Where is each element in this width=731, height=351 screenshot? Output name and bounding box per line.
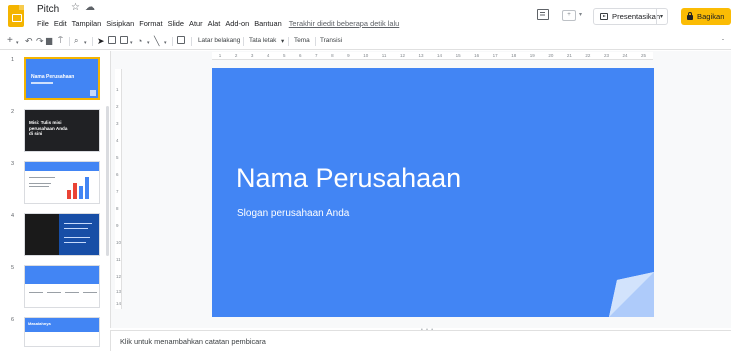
slide-thumbnail-1[interactable]: Nama Perusahaan — [24, 57, 100, 100]
slide-thumbnail-5[interactable] — [24, 265, 100, 308]
image-icon[interactable] — [120, 36, 128, 46]
comment-add-icon[interactable] — [177, 36, 185, 46]
collapse-toolbar-icon[interactable]: ˆ — [722, 38, 724, 48]
slide-number: 5 — [11, 265, 15, 271]
layout-button[interactable]: Tata letak — [249, 37, 276, 44]
slide-number: 3 — [11, 161, 15, 167]
present-icon — [600, 13, 608, 20]
share-button[interactable]: Bagikan — [681, 8, 731, 25]
present-label: Presentasikan — [612, 12, 661, 21]
slides-logo-icon[interactable] — [8, 5, 24, 27]
line-chevron-icon[interactable]: ▾ — [164, 38, 167, 48]
menu-format[interactable]: Format — [139, 19, 162, 28]
zoom-chevron-icon[interactable]: ▾ — [84, 38, 87, 48]
shape-chevron-icon[interactable]: ▾ — [147, 38, 150, 48]
zoom-icon[interactable]: ⌕ — [74, 36, 78, 46]
slide-number: 6 — [11, 317, 15, 323]
menu-insert[interactable]: Sisipkan — [106, 19, 134, 28]
present-options-chevron-icon[interactable]: ▾ — [660, 13, 663, 20]
document-title[interactable]: Pitch — [37, 4, 59, 15]
present-button[interactable]: Presentasikan ▾ — [593, 8, 668, 25]
slide-thumbnail-4[interactable] — [24, 213, 100, 256]
filmstrip-scrollbar[interactable] — [106, 106, 109, 256]
slide-number: 1 — [11, 57, 15, 63]
speaker-notes[interactable]: Klik untuk menambahkan catatan pembicara — [110, 330, 731, 351]
menu-addons[interactable]: Add-on — [225, 19, 249, 28]
slide-canvas[interactable]: Nama Perusahaan Slogan perusahaan Anda — [212, 68, 654, 317]
image-chevron-icon[interactable]: ▾ — [130, 38, 133, 48]
paint-format-icon[interactable]: ⍑ — [58, 36, 63, 46]
toolbar: + ▾ ↶ ↷ ▆ ⍑ ⌕ ▾ ➤ ▾ ◔ ▾ ╲ ▾ Latar belaka… — [0, 33, 731, 50]
print-icon[interactable]: ▆ — [46, 36, 52, 46]
page-curl-decoration — [609, 272, 654, 317]
thumbnail-title: Nama Perusahaan — [31, 74, 75, 80]
comments-icon[interactable] — [537, 9, 549, 20]
slide-thumbnail-6[interactable]: Masalahnya — [24, 317, 100, 347]
slide-filmstrip: 1 Nama Perusahaan 2 Misi: Tulis misi per… — [0, 51, 110, 351]
theme-button[interactable]: Tema — [294, 37, 310, 44]
horizontal-ruler[interactable]: 1 2 3 4 5 6 7 8 9 10 11 12 13 14 15 16 1… — [212, 52, 653, 60]
redo-icon[interactable]: ↷ — [36, 36, 44, 46]
menu-file[interactable]: File — [37, 19, 49, 28]
speaker-notes-placeholder[interactable]: Klik untuk menambahkan catatan pembicara — [120, 337, 266, 346]
thumbnail-title: Misi: Tulis misi perusahaan Anda di sini — [29, 120, 68, 136]
meet-icon[interactable]: + — [562, 10, 576, 21]
new-slide-chevron-icon[interactable]: ▾ — [16, 38, 19, 48]
share-label: Bagikan — [697, 12, 725, 21]
slide-subtitle[interactable]: Slogan perusahaan Anda — [237, 208, 349, 219]
shape-icon[interactable]: ◔ — [137, 36, 142, 46]
line-icon[interactable]: ╲ — [154, 36, 159, 46]
menu-view[interactable]: Tampilan — [72, 19, 102, 28]
app-header: Pitch ☆ ☁ File Edit Tampilan Sisipkan Fo… — [0, 0, 731, 33]
new-slide-icon[interactable]: + — [7, 36, 13, 46]
menu-arrange[interactable]: Atur — [189, 19, 203, 28]
menu-bar: File Edit Tampilan Sisipkan Format Slide… — [37, 19, 404, 28]
background-button[interactable]: Latar belakang — [198, 37, 240, 44]
slide-title[interactable]: Nama Perusahaan — [236, 163, 461, 194]
transition-button[interactable]: Transisi — [320, 37, 342, 44]
slide-number: 2 — [11, 109, 15, 115]
cloud-status-icon[interactable]: ☁ — [85, 2, 95, 13]
menu-slide[interactable]: Slide — [168, 19, 184, 28]
chevron-down-icon[interactable]: ▾ — [579, 11, 582, 18]
undo-icon[interactable]: ↶ — [25, 36, 33, 46]
slide-workspace: 1 2 3 4 5 6 7 8 9 10 11 12 13 14 15 16 1… — [110, 51, 731, 328]
layout-chevron-icon[interactable]: ▾ — [281, 37, 284, 45]
text-box-icon[interactable] — [108, 36, 116, 46]
lock-icon — [687, 12, 693, 20]
thumbnail-title: Masalahnya — [28, 321, 51, 326]
star-icon[interactable]: ☆ — [71, 2, 80, 13]
slide-thumbnail-3[interactable] — [24, 161, 100, 204]
menu-tools[interactable]: Alat — [208, 19, 221, 28]
slide-number: 4 — [11, 213, 15, 219]
menu-help[interactable]: Bantuan — [254, 19, 282, 28]
last-edit-link[interactable]: Terakhir diedit beberapa detik lalu — [289, 19, 400, 28]
select-icon[interactable]: ➤ — [97, 36, 105, 46]
vertical-ruler[interactable]: 1 2 3 4 5 6 7 8 9 10 11 12 13 14 — [115, 69, 122, 309]
slide-thumbnail-2[interactable]: Misi: Tulis misi perusahaan Anda di sini — [24, 109, 100, 152]
menu-edit[interactable]: Edit — [54, 19, 67, 28]
